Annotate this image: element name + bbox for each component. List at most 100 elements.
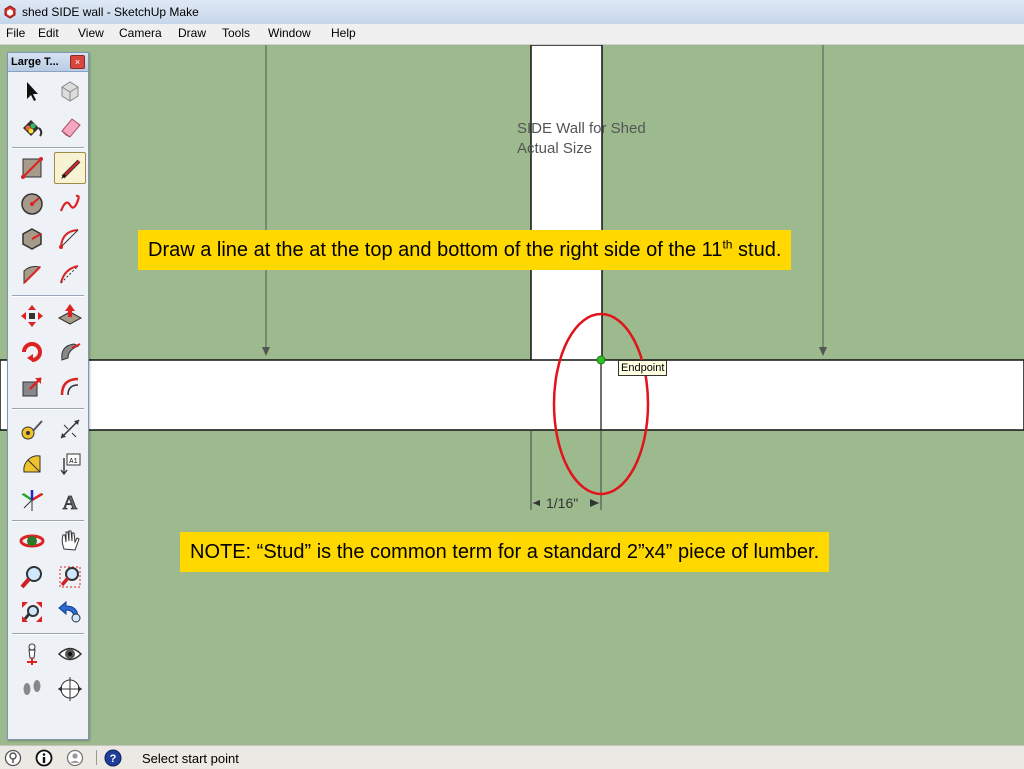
sketchup-app-icon xyxy=(4,5,16,19)
orbit-tool-icon xyxy=(19,534,45,548)
previous-view-tool-button[interactable] xyxy=(54,596,86,628)
zoom-tool-icon xyxy=(20,565,42,588)
large-tool-set-toolbar: Large T... × A1 A xyxy=(7,52,89,740)
axes-tool-button[interactable] xyxy=(16,484,48,516)
menu-tools[interactable]: Tools xyxy=(222,26,250,40)
circle-tool-button[interactable] xyxy=(16,188,48,220)
toolbar-header[interactable]: Large T... × xyxy=(8,53,88,72)
push-pull-tool-icon xyxy=(57,304,83,325)
make-component-tool-icon xyxy=(61,81,79,102)
previous-view-tool-icon xyxy=(58,600,81,623)
menu-help[interactable]: Help xyxy=(331,26,356,40)
dimension-label[interactable]: 1/16" xyxy=(546,495,578,511)
paint-bucket-tool-icon xyxy=(23,119,43,137)
credits-icon[interactable] xyxy=(35,749,53,767)
offset-tool-icon xyxy=(60,377,79,396)
menu-window[interactable]: Window xyxy=(268,26,311,40)
protractor-tool-icon xyxy=(23,455,41,473)
horizontal-plate[interactable] xyxy=(0,359,1024,431)
model-viewport[interactable] xyxy=(0,45,1024,745)
guide-arrow-right xyxy=(819,347,827,356)
orbit-tool-button[interactable] xyxy=(16,525,48,557)
endpoint-tooltip: Endpoint xyxy=(618,360,668,376)
pan-tool-icon xyxy=(61,530,80,551)
make-component-tool-button[interactable] xyxy=(54,75,86,107)
section-plane-tool-button[interactable] xyxy=(54,673,86,705)
follow-me-tool-button[interactable] xyxy=(54,336,86,368)
toolbar-close-icon[interactable]: × xyxy=(70,55,85,69)
help-icon[interactable]: ? xyxy=(104,749,122,767)
instruction-text-end: stud. xyxy=(732,239,782,261)
user-icon[interactable] xyxy=(66,749,84,767)
toolbar-title: Large T... xyxy=(11,56,59,68)
instruction-superscript: th xyxy=(722,237,733,252)
scale-tool-button[interactable] xyxy=(16,371,48,403)
two-point-arc-tool-icon xyxy=(60,264,79,283)
position-camera-tool-icon xyxy=(27,643,37,665)
note-text: NOTE: “Stud” is the common term for a st… xyxy=(190,541,820,563)
zoom-window-tool-button[interactable] xyxy=(54,561,86,593)
walk-tool-button[interactable] xyxy=(16,673,48,705)
dimension-tool-icon xyxy=(60,418,80,439)
svg-text:?: ? xyxy=(110,753,117,765)
protractor-tool-button[interactable] xyxy=(16,448,48,480)
menu-file[interactable]: File xyxy=(6,26,25,40)
zoom-extents-tool-icon xyxy=(22,602,42,622)
position-camera-tool-button[interactable] xyxy=(16,638,48,670)
axes-tool-icon xyxy=(21,489,44,511)
pan-tool-button[interactable] xyxy=(54,525,86,557)
look-around-tool-button[interactable] xyxy=(54,638,86,670)
menu-view[interactable]: View xyxy=(78,26,104,40)
eraser-tool-button[interactable] xyxy=(54,111,86,143)
svg-text:A1: A1 xyxy=(69,458,77,466)
polygon-tool-icon xyxy=(22,228,42,250)
menu-edit[interactable]: Edit xyxy=(38,26,59,40)
svg-text:A: A xyxy=(63,492,78,514)
3d-text-tool-icon: A xyxy=(62,491,78,514)
rotate-tool-button[interactable] xyxy=(16,336,48,368)
scale-tool-icon xyxy=(22,377,42,397)
endpoint-marker xyxy=(596,355,606,365)
line-tool-icon xyxy=(61,159,81,179)
arc-tool-button[interactable] xyxy=(54,223,86,255)
polygon-tool-button[interactable] xyxy=(16,223,48,255)
title-bar: shed SIDE wall - SketchUp Make xyxy=(0,0,1024,25)
move-tool-button[interactable] xyxy=(16,300,48,332)
vertical-stud[interactable] xyxy=(530,45,603,362)
zoom-tool-button[interactable] xyxy=(16,561,48,593)
drawing-canvas[interactable]: SIDE Wall for Shed Actual Size Endpoint … xyxy=(0,45,1024,745)
menu-draw[interactable]: Draw xyxy=(178,26,206,40)
instruction-callout: Draw a line at the at the top and bottom… xyxy=(138,230,792,270)
geo-location-icon[interactable] xyxy=(4,749,22,767)
offset-tool-button[interactable] xyxy=(54,371,86,403)
zoom-extents-tool-button[interactable] xyxy=(16,596,48,628)
tape-measure-tool-button[interactable] xyxy=(16,413,48,445)
pie-tool-button[interactable] xyxy=(16,259,48,291)
model-text[interactable]: SIDE Wall for Shed Actual Size xyxy=(517,119,646,159)
dimension-tool-button[interactable] xyxy=(54,413,86,445)
two-point-arc-tool-button[interactable] xyxy=(54,259,86,291)
menu-bar: File Edit View Camera Draw Tools Window … xyxy=(0,24,1024,45)
select-tool-icon xyxy=(27,82,38,101)
rectangle-tool-button[interactable] xyxy=(16,152,48,184)
freehand-tool-icon xyxy=(59,194,80,211)
menu-camera[interactable]: Camera xyxy=(119,26,162,40)
window-title: shed SIDE wall - SketchUp Make xyxy=(22,5,199,19)
status-bar: ? Select start point xyxy=(0,745,1024,769)
walk-tool-icon xyxy=(23,680,41,695)
text-tool-button[interactable]: A1 xyxy=(54,448,86,480)
line-tool-button[interactable] xyxy=(54,152,86,184)
toolbar-separator xyxy=(12,632,84,635)
note-callout: NOTE: “Stud” is the common term for a st… xyxy=(180,532,830,572)
3d-text-tool-button[interactable]: A xyxy=(54,484,86,516)
push-pull-tool-button[interactable] xyxy=(54,300,86,332)
paint-bucket-tool-button[interactable] xyxy=(16,111,48,143)
freehand-tool-button[interactable] xyxy=(54,188,86,220)
pie-tool-icon xyxy=(23,265,42,284)
dimension-arrow-right xyxy=(590,499,599,507)
circle-tool-icon xyxy=(21,192,43,215)
instruction-text: Draw a line at the at the top and bottom… xyxy=(148,239,723,261)
select-tool-button[interactable] xyxy=(16,75,48,107)
toolbar-separator xyxy=(12,520,84,522)
guide-arrow-left xyxy=(262,347,270,356)
